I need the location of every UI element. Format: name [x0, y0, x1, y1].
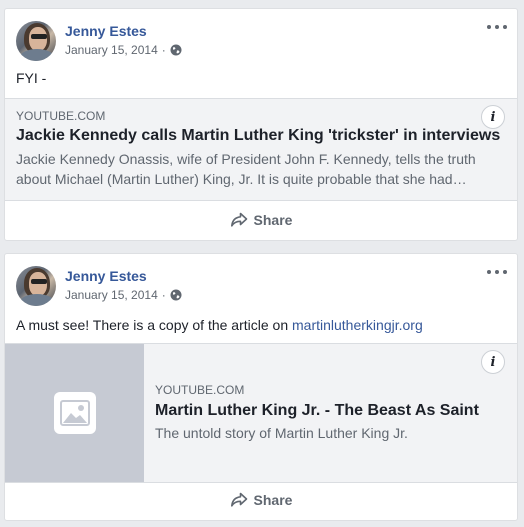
more-options-icon[interactable]	[487, 21, 507, 33]
post-text: A must see! There is a copy of the artic…	[16, 317, 423, 333]
action-bar: Share	[5, 200, 517, 240]
link-title[interactable]: Jackie Kennedy calls Martin Luther King …	[16, 127, 511, 145]
avatar[interactable]	[16, 266, 56, 306]
post-header: Jenny Estes January 15, 2014 ·	[5, 9, 517, 65]
link-domain: YOUTUBE.COM	[155, 383, 245, 397]
post-text-link[interactable]: martinlutherkingjr.org	[292, 317, 423, 333]
link-domain: YOUTUBE.COM	[16, 109, 106, 123]
share-button[interactable]: Share	[220, 486, 303, 514]
post-header: Jenny Estes January 15, 2014 ·	[5, 254, 517, 310]
share-icon	[230, 492, 247, 507]
info-button[interactable]: i	[481, 105, 505, 129]
post-text-prefix: A must see! There is a copy of the artic…	[16, 317, 292, 333]
share-label: Share	[253, 492, 293, 508]
post-card: Jenny Estes January 15, 2014 · A must se…	[4, 253, 518, 521]
link-preview[interactable]: i YOUTUBE.COM Martin Luther King Jr. - T…	[5, 343, 517, 483]
post-date[interactable]: January 15, 2014	[65, 43, 158, 57]
post-meta: January 15, 2014 ·	[65, 288, 182, 302]
share-label: Share	[253, 212, 293, 228]
link-preview[interactable]: i YOUTUBE.COM Jackie Kennedy calls Marti…	[5, 98, 517, 201]
author-name[interactable]: Jenny Estes	[65, 268, 147, 284]
globe-icon	[170, 289, 182, 301]
share-button[interactable]: Share	[220, 206, 303, 234]
link-title[interactable]: Martin Luther King Jr. - The Beast As Sa…	[155, 402, 505, 420]
link-thumbnail[interactable]	[5, 344, 144, 482]
more-options-icon[interactable]	[487, 266, 507, 278]
action-bar: Share	[5, 480, 517, 520]
post-text: FYI -	[16, 70, 47, 86]
post-meta: January 15, 2014 ·	[65, 43, 182, 57]
link-description: Jackie Kennedy Onassis, wife of Presiden…	[16, 151, 476, 187]
post-card: Jenny Estes January 15, 2014 · FYI - i Y…	[4, 8, 518, 241]
link-description: The untold story of Martin Luther King J…	[155, 425, 408, 441]
share-icon	[230, 212, 247, 227]
avatar[interactable]	[16, 21, 56, 61]
post-date[interactable]: January 15, 2014	[65, 288, 158, 302]
info-button[interactable]: i	[481, 350, 505, 374]
image-placeholder-icon	[53, 392, 96, 434]
author-name[interactable]: Jenny Estes	[65, 23, 147, 39]
globe-icon	[170, 44, 182, 56]
